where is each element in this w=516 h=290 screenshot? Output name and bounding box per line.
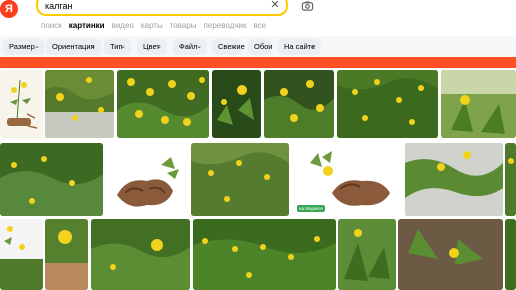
filter-size[interactable]: Размер ⌄ [3, 39, 45, 55]
image-result[interactable] [505, 143, 516, 216]
image-result[interactable] [212, 70, 261, 138]
filter-orientation-label: Ориентация [52, 42, 95, 51]
chevron-down-icon: ⌄ [156, 43, 162, 50]
tab-search[interactable]: поиск [41, 20, 62, 32]
filter-wallpapers-label: Обои [254, 42, 273, 51]
image-result[interactable] [193, 219, 336, 290]
image-result[interactable] [0, 143, 103, 216]
image-result[interactable] [0, 70, 43, 138]
chevron-down-icon: ⌄ [34, 43, 40, 50]
search-box[interactable]: калган ✕ [36, 0, 288, 16]
chevron-down-icon: ⌄ [120, 43, 126, 50]
clear-icon[interactable]: ✕ [269, 0, 281, 11]
filter-file-label: Файл [179, 42, 198, 51]
filter-file[interactable]: Файл ⌄ [173, 39, 207, 55]
image-result[interactable] [105, 143, 188, 216]
filter-fresh-label: Свежие [218, 42, 245, 51]
image-result[interactable] [191, 143, 289, 216]
filter-type[interactable]: Тип ⌄ [104, 39, 131, 55]
image-result[interactable] [45, 219, 88, 290]
filter-on-site[interactable]: На сайте ⌄ [278, 39, 321, 55]
image-result[interactable] [0, 219, 43, 290]
tab-images[interactable]: картинки [69, 20, 105, 32]
image-result[interactable] [441, 70, 516, 138]
image-result[interactable]: на Маркете [292, 143, 403, 216]
filter-wallpapers[interactable]: Обои [248, 39, 273, 55]
tab-all[interactable]: все [253, 20, 266, 32]
chevron-down-icon: ⌄ [310, 43, 316, 50]
image-result[interactable] [45, 70, 114, 138]
image-result[interactable] [337, 70, 438, 138]
filter-fresh[interactable]: Свежие [212, 39, 245, 55]
image-result[interactable] [505, 219, 516, 290]
filter-orientation[interactable]: Ориентация ⌄ [46, 39, 101, 55]
chevron-down-icon: ⌄ [196, 43, 202, 50]
tab-products[interactable]: товары [170, 20, 197, 32]
image-result[interactable] [264, 70, 334, 138]
tab-translator[interactable]: переводчик [204, 20, 247, 32]
yandex-logo[interactable]: Я [0, 0, 18, 18]
search-tabs: поиск картинки видео карты товары перево… [41, 20, 266, 32]
image-search-page: Я калган ✕ поиск картинки видео карты то… [0, 0, 516, 290]
filter-size-label: Размер [9, 42, 35, 51]
camera-icon[interactable] [301, 0, 314, 12]
image-result[interactable] [398, 219, 503, 290]
search-input[interactable]: калган [45, 1, 72, 11]
image-result[interactable] [405, 143, 503, 216]
banner-strip [0, 57, 516, 68]
tab-maps[interactable]: карты [141, 20, 163, 32]
header: Я калган ✕ поиск картинки видео карты то… [0, 0, 516, 36]
filter-bar: Размер ⌄ Ориентация ⌄ Тип ⌄ Цвет ⌄ Файл ⌄ Све… [0, 36, 516, 57]
image-result[interactable] [338, 219, 396, 290]
filter-color[interactable]: Цвет ⌄ [137, 39, 167, 55]
image-result[interactable] [91, 219, 190, 290]
tab-video[interactable]: видео [112, 20, 134, 32]
chevron-down-icon: ⌄ [90, 43, 96, 50]
market-badge: на Маркете [297, 205, 325, 212]
image-result[interactable] [117, 70, 209, 138]
